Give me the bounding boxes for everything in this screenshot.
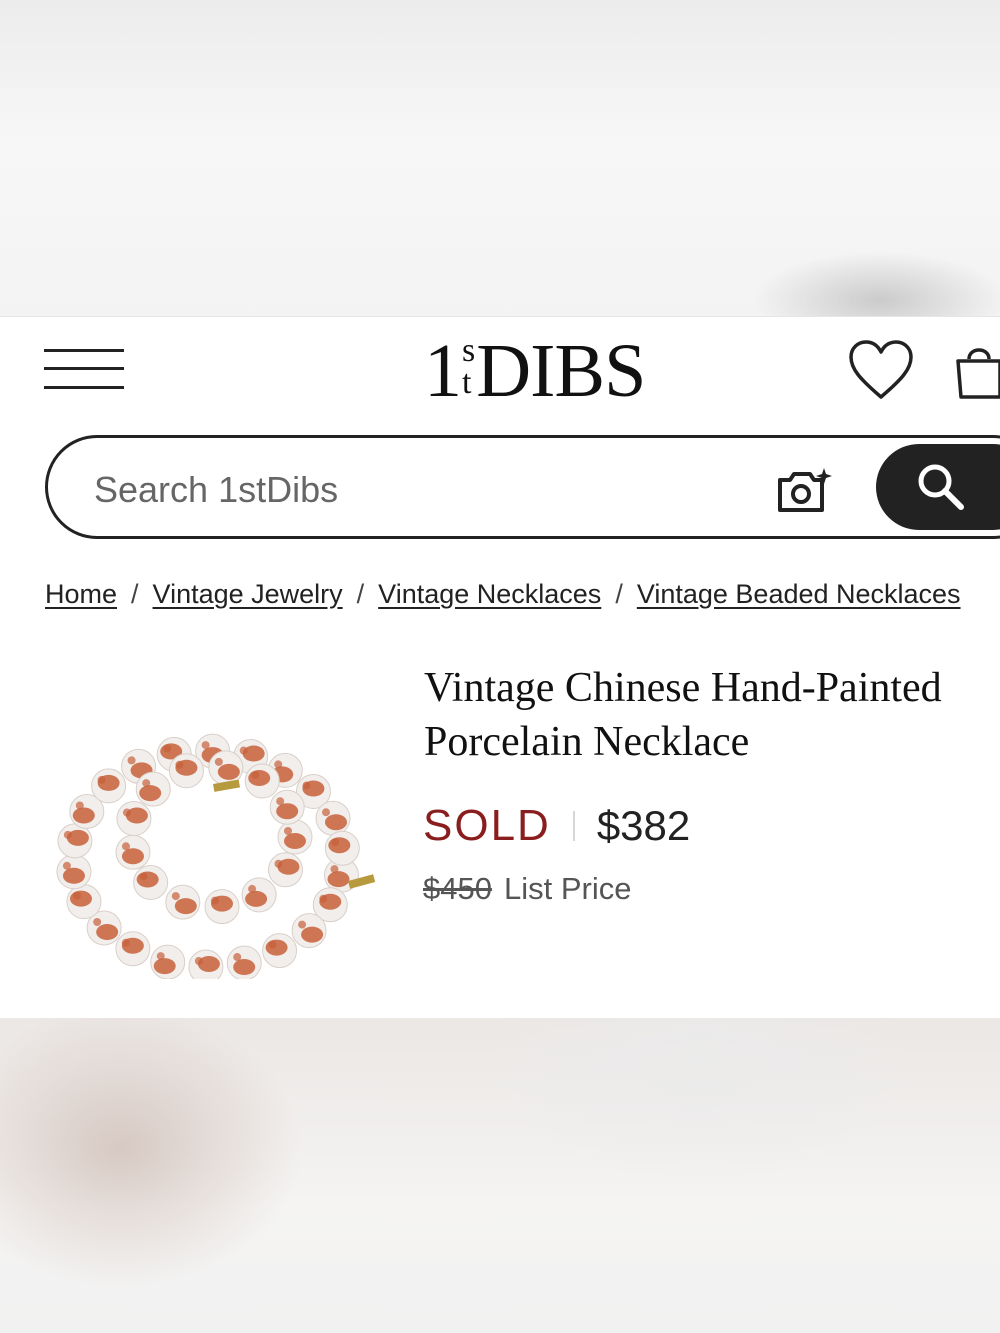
product-page: 1 s t DIBS Search 1stDibs Home / Vintage… [0,316,1000,1019]
list-price-row: $450 List Price [423,871,631,907]
breadcrumb-link-vintage-beaded-necklaces[interactable]: Vintage Beaded Necklaces [637,579,961,609]
breadcrumb-link-vintage-necklaces[interactable]: Vintage Necklaces [378,579,601,609]
product-title: Vintage Chinese Hand-Painted Porcelain N… [424,665,942,765]
heart-icon[interactable] [848,339,914,401]
sold-badge: SOLD [423,801,551,850]
camera-sparkle-icon[interactable] [776,468,832,514]
breadcrumb-link-vintage-jewelry[interactable]: Vintage Jewelry [153,579,343,609]
search-button[interactable] [876,444,1000,530]
search-icon [918,464,964,510]
product-image-necklace[interactable] [48,709,378,979]
price-divider [572,811,575,841]
search-bar [45,435,1000,539]
breadcrumb: Home / Vintage Jewelry / Vintage Necklaces / V… [45,579,961,609]
breadcrumb-link-home[interactable]: Home [45,579,117,609]
list-price-value: $450 [423,871,492,906]
search-input[interactable] [92,466,736,514]
blurred-background-bottom [0,1018,1000,1333]
price-row: SOLD $382 [423,801,690,851]
site-logo[interactable]: 1 s t DIBS [424,331,646,411]
menu-icon[interactable] [44,349,124,391]
sale-price: $382 [596,802,691,849]
shopping-bag-icon[interactable] [955,341,1000,401]
blurred-background-top [0,0,1000,318]
list-price-label: List Price [503,871,632,906]
